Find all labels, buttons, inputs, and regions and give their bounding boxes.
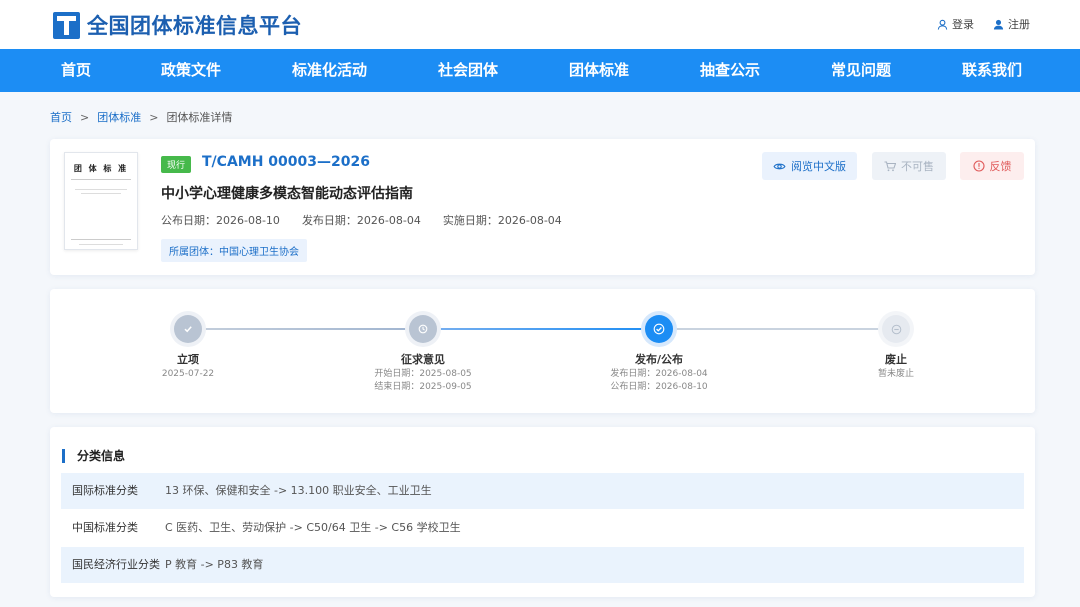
classification-row: 国际标准分类 13 环保、保健和安全 -> 13.100 职业安全、工业卫生 bbox=[61, 473, 1024, 509]
step-dot-consultation bbox=[409, 315, 437, 343]
step-date-initiation: 2025-07-22 bbox=[161, 369, 215, 379]
nav-item-home[interactable]: 首页 bbox=[61, 49, 91, 92]
step-consultation-end: 结束日期：2025-09-05 bbox=[374, 382, 472, 392]
classification-key: 国民经济行业分类 bbox=[72, 558, 160, 571]
step-dot-abolished bbox=[882, 315, 910, 343]
classification-card: 分类信息 国际标准分类 13 环保、保健和安全 -> 13.100 职业安全、工… bbox=[50, 427, 1035, 597]
breadcrumb-section[interactable]: 团体标准 bbox=[97, 111, 141, 124]
nav-item-activities[interactable]: 标准化活动 bbox=[292, 49, 367, 92]
breadcrumb: 首页 > 团体标准 > 团体标准详情 bbox=[50, 109, 232, 125]
alert-circle-icon bbox=[972, 160, 985, 172]
check-icon bbox=[184, 326, 192, 333]
classification-value: C 医药、卫生、劳动保护 -> C50/64 卫生 -> C56 学校卫生 bbox=[165, 521, 461, 534]
breadcrumb-separator: > bbox=[149, 111, 159, 124]
organization-tag[interactable]: 所属团体：中国心理卫生协会 bbox=[161, 239, 307, 262]
feedback-label: 反馈 bbox=[989, 160, 1012, 173]
classification-heading: 分类信息 bbox=[62, 449, 125, 463]
standard-title: 中小学心理健康多模态智能动态评估指南 bbox=[161, 186, 413, 202]
nav-item-inspection[interactable]: 抽查公示 bbox=[700, 49, 760, 92]
standard-cover-thumbnail[interactable]: 团 体 标 准 bbox=[64, 152, 138, 250]
read-chinese-button[interactable]: 阅览中文版 bbox=[762, 152, 857, 180]
classification-row: 中国标准分类 C 医药、卫生、劳动保护 -> C50/64 卫生 -> C56 … bbox=[61, 510, 1024, 546]
not-for-sale-label: 不可售 bbox=[901, 160, 934, 173]
classification-key: 国际标准分类 bbox=[72, 484, 138, 497]
timeline-track-segment bbox=[188, 328, 423, 330]
logo-icon bbox=[53, 11, 80, 39]
classification-row: 国民经济行业分类 P 教育 -> P83 教育 bbox=[61, 547, 1024, 583]
step-label-published: 发布/公布 bbox=[634, 353, 684, 366]
nav-item-organizations[interactable]: 社会团体 bbox=[438, 49, 498, 92]
clock-icon bbox=[418, 324, 428, 334]
classification-value: 13 环保、保健和安全 -> 13.100 职业安全、工业卫生 bbox=[165, 484, 432, 497]
breadcrumb-current: 团体标准详情 bbox=[166, 111, 233, 124]
login-link[interactable]: 登录 bbox=[937, 16, 974, 32]
site-title: 全国团体标准信息平台 bbox=[87, 14, 302, 38]
thumbnail-text-line bbox=[79, 244, 123, 245]
step-published-date: 发布日期：2026-08-04 bbox=[610, 369, 708, 379]
check-circle-icon bbox=[653, 323, 665, 335]
user-filled-icon bbox=[993, 19, 1004, 30]
step-announced-date: 公布日期：2026-08-10 bbox=[610, 382, 708, 392]
nav-item-contact[interactable]: 联系我们 bbox=[962, 49, 1022, 92]
breadcrumb-home[interactable]: 首页 bbox=[50, 111, 72, 124]
standard-code: T/CAMH 00003—2026 bbox=[202, 154, 370, 170]
step-label-consultation: 征求意见 bbox=[401, 353, 445, 366]
standard-detail-card: 团 体 标 准 现行 T/CAMH 00003—2026 中小学心理健康多模态智… bbox=[50, 139, 1035, 275]
step-dot-initiation bbox=[174, 315, 202, 343]
not-for-sale-button[interactable]: 不可售 bbox=[872, 152, 946, 180]
timeline-track-segment bbox=[659, 328, 896, 330]
effective-date: 实施日期：2026-08-04 bbox=[442, 214, 562, 227]
step-label-abolished: 废止 bbox=[885, 353, 907, 366]
minus-circle-icon bbox=[891, 324, 901, 334]
timeline-track-segment bbox=[423, 328, 659, 330]
nav-item-faq[interactable]: 常见问题 bbox=[831, 49, 891, 92]
site-header: 全国团体标准信息平台 登录 注册 bbox=[0, 0, 1080, 49]
publish-date: 发布日期：2026-08-04 bbox=[301, 214, 421, 227]
thumbnail-title: 团 体 标 准 bbox=[73, 164, 129, 173]
read-chinese-label: 阅览中文版 bbox=[791, 160, 846, 173]
classification-key: 中国标准分类 bbox=[72, 521, 138, 534]
step-abolished-status: 暂未废止 bbox=[877, 369, 914, 379]
lifecycle-timeline-card: 立项 2025-07-22 征求意见 开始日期：2025-08-05 结束日期：… bbox=[50, 289, 1035, 413]
eye-icon bbox=[773, 163, 786, 169]
thumbnail-text-line bbox=[81, 193, 121, 194]
thumbnail-text-line bbox=[75, 189, 127, 190]
register-label: 注册 bbox=[1008, 18, 1030, 31]
announce-date: 公布日期：2026-08-10 bbox=[161, 214, 280, 227]
main-nav: 首页 政策文件 标准化活动 社会团体 团体标准 抽查公示 常见问题 联系我们 bbox=[0, 49, 1080, 92]
breadcrumb-separator: > bbox=[80, 111, 90, 124]
step-label-initiation: 立项 bbox=[177, 353, 199, 366]
user-outline-icon bbox=[937, 19, 948, 30]
step-consultation-start: 开始日期：2025-08-05 bbox=[374, 369, 472, 379]
site-logo[interactable]: 全国团体标准信息平台 bbox=[53, 10, 302, 40]
thumbnail-rule bbox=[71, 239, 131, 240]
status-badge: 现行 bbox=[161, 156, 192, 173]
login-label: 登录 bbox=[952, 18, 974, 31]
thumbnail-rule bbox=[71, 179, 131, 180]
classification-value: P 教育 -> P83 教育 bbox=[165, 558, 264, 571]
feedback-button[interactable]: 反馈 bbox=[960, 152, 1024, 180]
nav-item-standards[interactable]: 团体标准 bbox=[569, 49, 629, 92]
cart-icon bbox=[884, 160, 896, 171]
step-dot-published bbox=[645, 315, 673, 343]
register-link[interactable]: 注册 bbox=[993, 16, 1030, 32]
nav-item-policy[interactable]: 政策文件 bbox=[161, 49, 221, 92]
standard-dates: 公布日期：2026-08-10 发布日期：2026-08-04 实施日期：2026-… bbox=[161, 212, 584, 228]
